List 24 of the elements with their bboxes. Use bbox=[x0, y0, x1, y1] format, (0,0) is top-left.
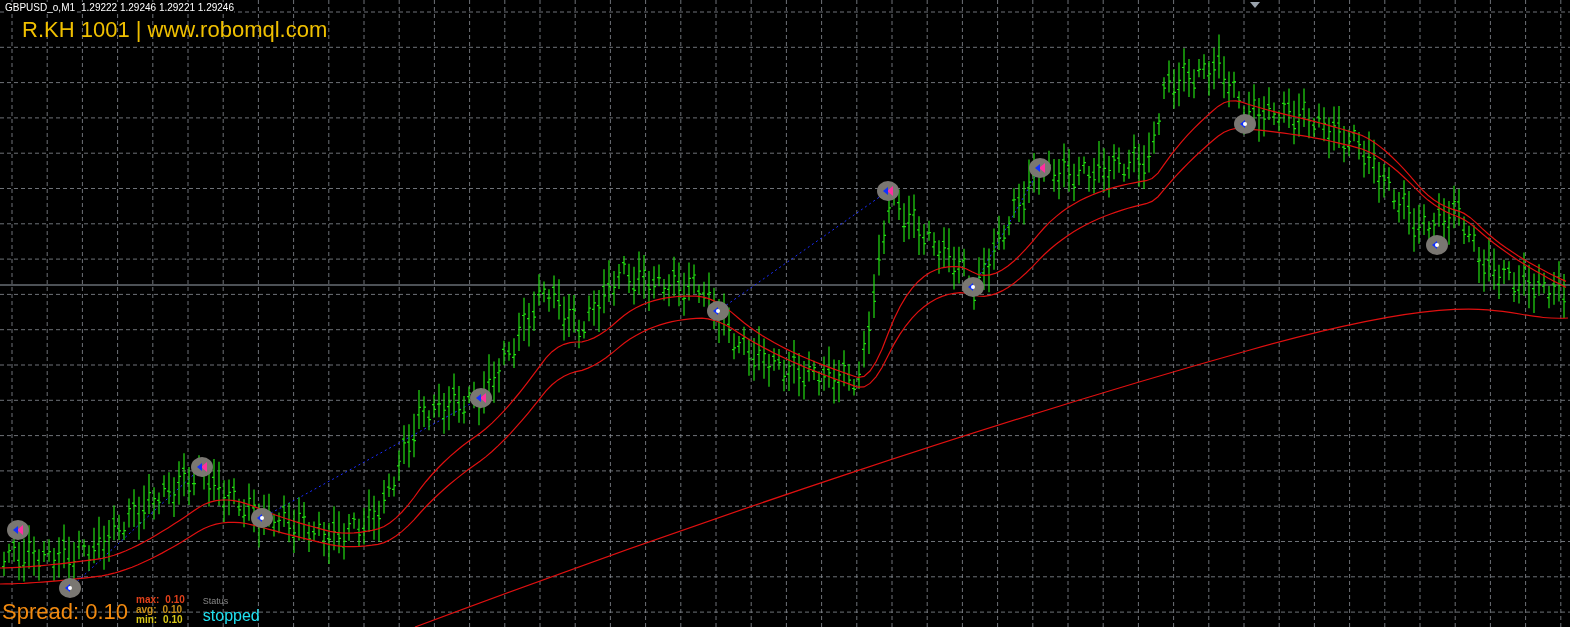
spread-label: Spread: 0.10 bbox=[2, 599, 128, 625]
robot-title: R.KH 1001 | www.robomql.com bbox=[22, 16, 328, 44]
quote-values: 1.29222 1.29246 1.29221 1.29246 bbox=[81, 2, 234, 14]
trade-marker-icon bbox=[59, 578, 81, 598]
stat-label: min: bbox=[136, 615, 158, 625]
trade-marker-icon bbox=[191, 457, 213, 477]
trade-marker-icon bbox=[470, 388, 492, 408]
trade-marker-icon bbox=[1426, 235, 1448, 255]
stat-label: max: bbox=[136, 595, 160, 605]
status-label: Status bbox=[202, 595, 230, 607]
trade-marker-icon bbox=[251, 508, 273, 528]
trade-marker-icon bbox=[1234, 114, 1256, 134]
triangle-icon bbox=[1250, 2, 1260, 8]
trade-marker-icon bbox=[707, 301, 729, 321]
trade-marker-icon bbox=[7, 520, 29, 540]
stat-label: avg: bbox=[136, 605, 157, 615]
trade-marker-icon bbox=[962, 277, 984, 297]
status-value: stopped bbox=[202, 607, 260, 625]
symbol-label: GBPUSD_o,M1 bbox=[5, 2, 76, 14]
stat-value: 0.10 bbox=[162, 605, 182, 615]
stat-value: 0.10 bbox=[163, 615, 183, 625]
stat-value: 0.10 bbox=[165, 595, 185, 605]
trade-marker-icon bbox=[1029, 158, 1051, 178]
trade-marker-icon bbox=[877, 181, 899, 201]
